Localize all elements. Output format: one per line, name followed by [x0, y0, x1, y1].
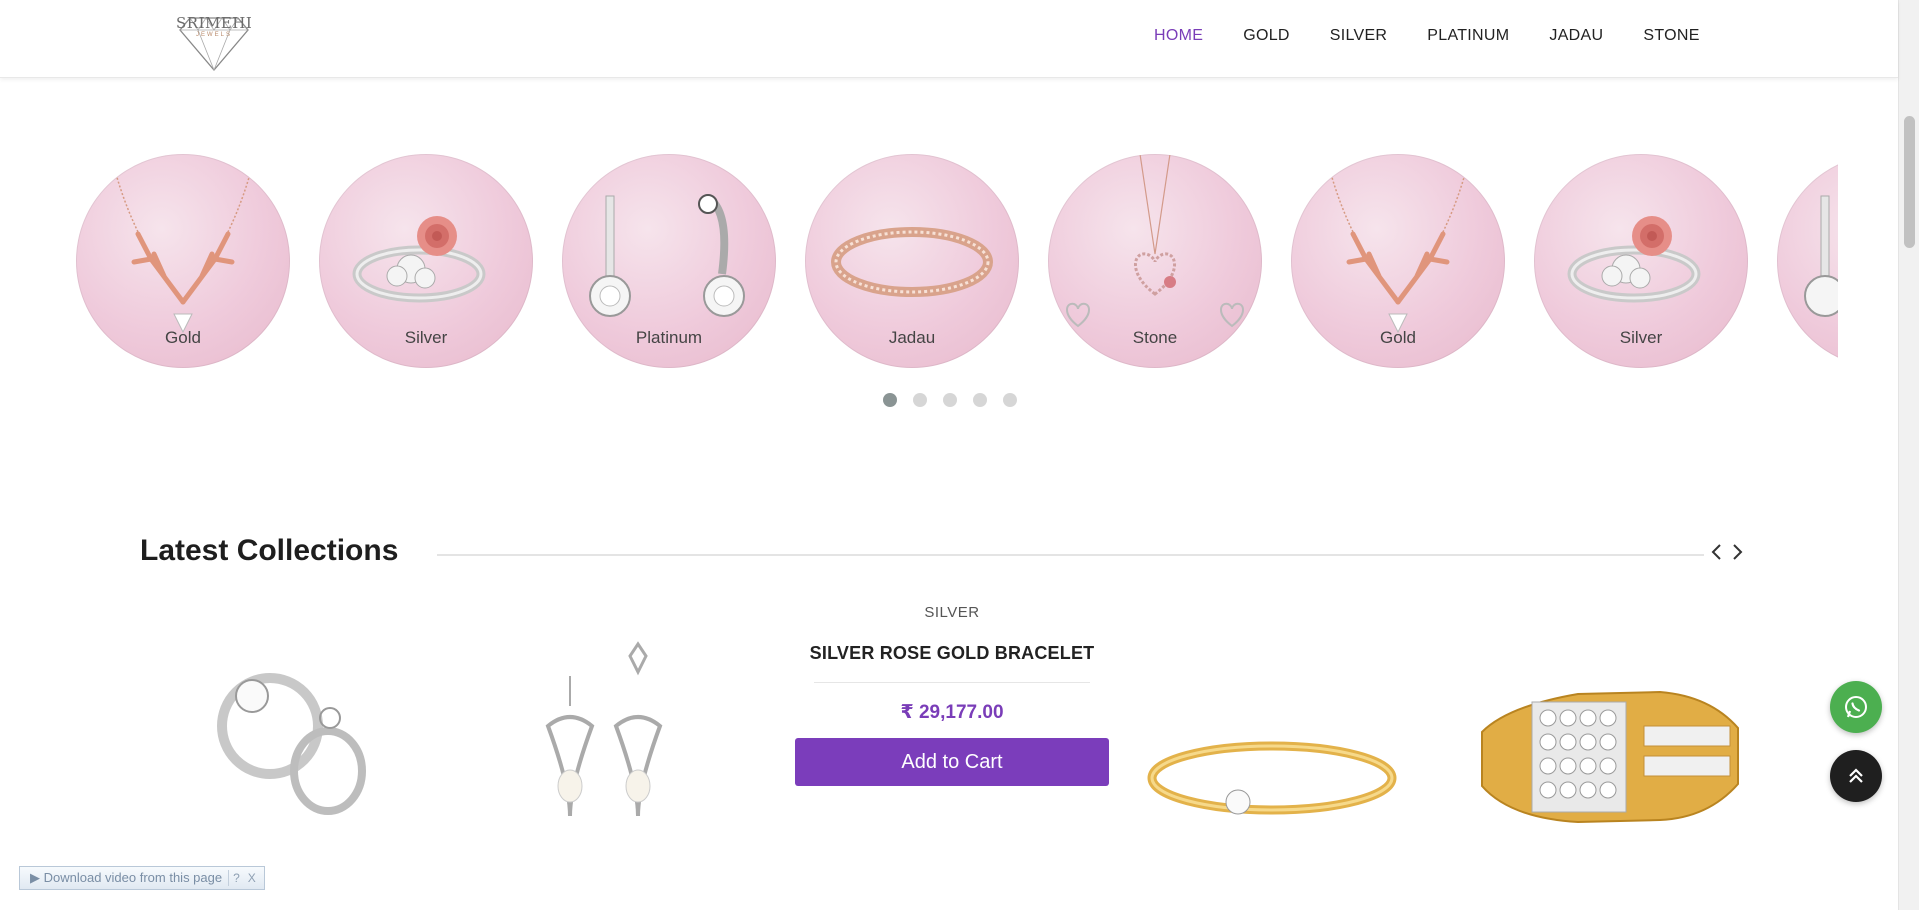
close-icon[interactable]: X — [244, 871, 260, 885]
page-scrollbar[interactable] — [1898, 0, 1919, 910]
category-label: Silver — [404, 328, 448, 347]
product-card-ring-set[interactable] — [140, 596, 452, 896]
double-chevron-up-icon — [1849, 768, 1863, 783]
category-platinum-partial[interactable] — [1777, 154, 1838, 368]
pearl-earrings-image — [545, 641, 663, 817]
add-to-cart-button[interactable]: Add to Cart — [795, 738, 1109, 786]
category-stone[interactable]: Stone — [1048, 154, 1262, 368]
product-card-pearl-earrings[interactable] — [458, 596, 770, 896]
product-card-gold-ring[interactable] — [1130, 596, 1442, 896]
collection-nav — [1708, 540, 1746, 564]
product-category[interactable]: SILVER — [794, 604, 1110, 621]
carousel-dot-3[interactable] — [943, 393, 957, 407]
ring-set-image — [217, 673, 366, 815]
gold-ring-image — [1147, 741, 1397, 815]
nav-gold[interactable]: GOLD — [1243, 27, 1290, 45]
nav-stone[interactable]: STONE — [1643, 27, 1699, 45]
category-label: Silver — [1619, 328, 1663, 347]
category-label: Platinum — [635, 328, 703, 347]
whatsapp-button[interactable] — [1830, 681, 1882, 733]
category-jadau[interactable]: Jadau — [805, 154, 1019, 368]
scrollbar-thumb[interactable] — [1904, 116, 1915, 248]
product-price: ₹ 29,177.00 — [900, 702, 1004, 723]
category-gold[interactable]: Gold — [76, 154, 290, 368]
download-video-bar: ▶ Download video from this page ? X — [19, 866, 265, 890]
nav-platinum[interactable]: PLATINUM — [1427, 27, 1509, 45]
drop-earrings-icon — [1804, 195, 1838, 317]
chevron-left-icon[interactable] — [1708, 540, 1724, 564]
main-nav: HOME GOLD SILVER PLATINUM JADAU STONE — [1154, 27, 1700, 45]
carousel-dot-1[interactable] — [883, 393, 897, 407]
chevron-right-icon[interactable] — [1730, 540, 1746, 564]
carousel-dots — [883, 393, 1017, 407]
featured-product-card[interactable]: SILVER SILVER ROSE GOLD BRACELET ₹ 29,17… — [794, 604, 1110, 786]
logo-subtext: JEWELS — [195, 32, 232, 38]
whatsapp-icon — [1845, 696, 1867, 718]
help-icon[interactable]: ? — [229, 871, 244, 885]
nav-home[interactable]: HOME — [1154, 27, 1203, 45]
category-label: Gold — [165, 328, 201, 347]
category-gold[interactable]: Gold — [1291, 154, 1505, 368]
brand-logo[interactable]: SRIMEHI JEWELS — [176, 4, 252, 72]
category-silver[interactable]: Silver — [1534, 154, 1748, 368]
carousel-dot-5[interactable] — [1003, 393, 1017, 407]
carousel-dot-4[interactable] — [973, 393, 987, 407]
product-divider — [814, 682, 1090, 683]
download-video-link[interactable]: ▶ Download video from this page — [24, 870, 230, 886]
category-label: Gold — [1380, 328, 1416, 347]
product-card-mens-ring[interactable] — [1448, 596, 1760, 896]
section-divider — [437, 554, 1704, 556]
category-label: Stone — [1132, 328, 1178, 347]
nav-jadau[interactable]: JADAU — [1549, 27, 1603, 45]
site-header: SRIMEHI JEWELS HOME GOLD SILVER PLATINUM… — [0, 0, 1898, 78]
scroll-to-top-button[interactable] — [1830, 750, 1882, 802]
category-silver[interactable]: Silver — [319, 154, 533, 368]
category-carousel: Gold Silver Platinum Jadau Stone Gold Si… — [76, 154, 1838, 368]
nav-silver[interactable]: SILVER — [1330, 27, 1388, 45]
section-title: Latest Collections — [140, 534, 399, 567]
product-title[interactable]: SILVER ROSE GOLD BRACELET — [794, 643, 1110, 664]
mens-ring-image — [1481, 690, 1739, 824]
carousel-dot-2[interactable] — [913, 393, 927, 407]
category-label: Jadau — [888, 328, 936, 347]
logo-text: SRIMEHI — [176, 14, 253, 32]
category-platinum[interactable]: Platinum — [562, 154, 776, 368]
